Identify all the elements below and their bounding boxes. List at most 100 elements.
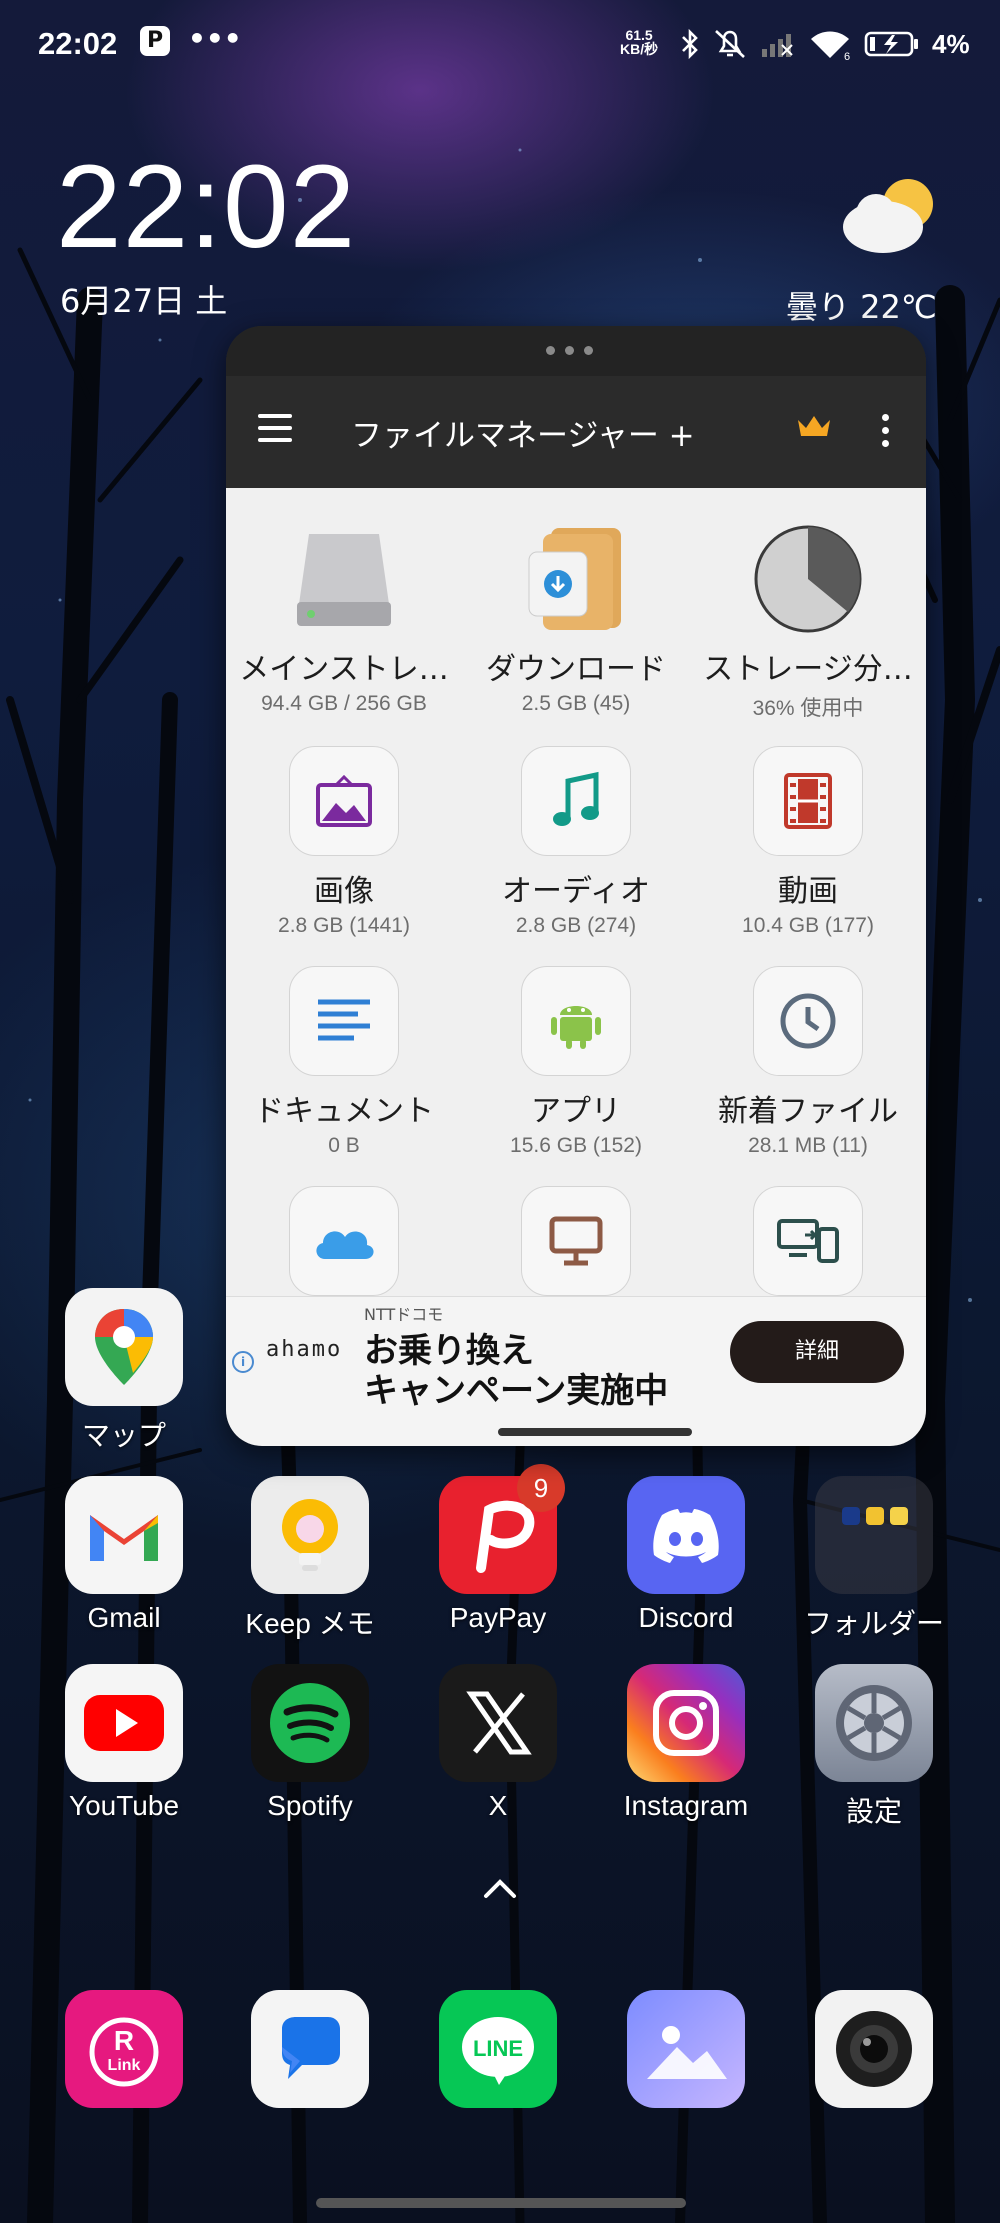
camera-icon (815, 1990, 933, 2108)
app-instagram[interactable]: Instagram (606, 1664, 766, 1822)
tile-audio[interactable]: オーディオ 2.8 GB (274) (468, 746, 684, 938)
messages-icon (251, 1990, 369, 2108)
tile-label: ドキュメント (254, 1094, 434, 1129)
app-label: Spotify (267, 1790, 353, 1821)
tile-sub: 2.5 GB (45) (521, 692, 631, 715)
dock-gallery[interactable] (606, 1990, 766, 2108)
tile-label: アプリ (531, 1094, 621, 1129)
folder-icon (815, 1476, 933, 1594)
x-icon (439, 1664, 557, 1782)
status-bar: 22:02 P ••• 61.5 KB/秒 6 4% (0, 0, 1000, 90)
tile-videos[interactable]: 動画 10.4 GB (177) (700, 746, 916, 938)
hard-drive-icon (289, 524, 399, 634)
bluetooth-icon (682, 28, 698, 60)
tile-sub: 2.8 GB (1441) (278, 914, 410, 937)
ad-details-button[interactable]: 詳細 (730, 1321, 904, 1383)
categories-grid: メインストレ… 94.4 GB / 256 GB ダウンロード 2.5 GB (… (226, 488, 926, 1296)
app-spotify[interactable]: Spotify (230, 1664, 390, 1822)
cloud-icon (289, 1186, 399, 1296)
more-notifications-icon: ••• (188, 22, 242, 55)
tile-images[interactable]: 画像 2.8 GB (1441) (236, 746, 452, 938)
settings-icon (815, 1664, 933, 1782)
tile-remote[interactable] (468, 1186, 684, 1296)
app-paypay[interactable]: 9 PayPay (418, 1464, 578, 1634)
line-text: LINE (473, 2036, 523, 2061)
app-settings[interactable]: 設定 (794, 1664, 954, 1830)
network-speed: 61.5 KB/秒 (620, 28, 658, 56)
app-label: マップ (81, 1420, 166, 1451)
app-label: フォルダー (803, 1608, 944, 1639)
hamburger-menu-icon[interactable] (258, 414, 292, 444)
tile-label: オーディオ (502, 874, 650, 909)
dock-camera[interactable] (794, 1990, 954, 2108)
gallery-icon (627, 1990, 745, 2108)
tile-cloud[interactable] (236, 1186, 452, 1296)
tile-documents[interactable]: ドキュメント 0 B (236, 966, 452, 1158)
rakuten-link-text: Link (108, 2057, 141, 2074)
chevron-up-icon[interactable] (480, 1872, 520, 1902)
ad-brand-logo: ahamo (266, 1337, 343, 1362)
app-bar: ファイルマネージャー + (226, 376, 926, 488)
download-folder-icon (521, 524, 631, 634)
weather-text: 曇り 22℃ (786, 288, 937, 326)
ad-banner[interactable]: i NTTドコモ ahamo お乗り換え キャンペーン実施中 詳細 (226, 1296, 926, 1446)
app-discord[interactable]: Discord (606, 1476, 766, 1634)
tile-recent-files[interactable]: 新着ファイル 28.1 MB (11) (700, 966, 916, 1158)
crown-premium-icon[interactable] (796, 412, 832, 440)
clock-widget-date: 6月27日 土 (60, 282, 228, 320)
notification-badge: 9 (517, 1464, 565, 1512)
no-signal-icon (762, 34, 793, 57)
svg-text:R: R (114, 2025, 134, 2056)
monitor-icon (521, 1186, 631, 1296)
instagram-icon (627, 1664, 745, 1782)
dock-rakuten-link[interactable]: R Link (44, 1990, 204, 2108)
tile-sub: 10.4 GB (177) (742, 914, 874, 937)
tile-storage-analysis[interactable]: ストレージ分… 36% 使用中 (700, 524, 916, 722)
window-drag-handle[interactable] (226, 326, 926, 376)
battery-icon (864, 31, 918, 57)
gesture-navigation-bar[interactable] (316, 2198, 686, 2208)
app-label: Gmail (87, 1602, 161, 1633)
app-label: X (488, 1790, 508, 1821)
status-icons: 6 4% (680, 24, 970, 64)
window-resize-handle[interactable] (498, 1428, 692, 1436)
app-title: ファイルマネージャー + (351, 418, 695, 454)
tile-apps[interactable]: アプリ 15.6 GB (152) (468, 966, 684, 1158)
tile-label: 新着ファイル (718, 1094, 898, 1129)
ad-sponsor: NTTドコモ (364, 1305, 444, 1324)
ad-info-icon[interactable]: i (232, 1351, 254, 1373)
app-youtube[interactable]: YouTube (44, 1664, 204, 1822)
tile-transfer[interactable] (700, 1186, 916, 1296)
rakuten-link-icon: R Link (65, 1990, 183, 2108)
tile-sub: 2.8 GB (274) (515, 914, 637, 937)
spotify-icon (251, 1664, 369, 1782)
tile-downloads[interactable]: ダウンロード 2.5 GB (45) (468, 524, 684, 716)
app-maps[interactable]: マップ (44, 1288, 204, 1454)
devices-icon (753, 1186, 863, 1296)
image-icon (289, 746, 399, 856)
more-options-icon[interactable] (882, 414, 890, 453)
film-icon (753, 746, 863, 856)
window-options-icon[interactable] (546, 346, 593, 355)
app-label: 設定 (845, 1796, 902, 1827)
cloudy-sun-icon[interactable] (838, 172, 938, 262)
document-icon (289, 966, 399, 1076)
clock-icon (753, 966, 863, 1076)
tile-main-storage[interactable]: メインストレ… 94.4 GB / 256 GB (236, 524, 452, 716)
dock-messages[interactable] (230, 1990, 390, 2108)
app-folder[interactable]: フォルダー (794, 1476, 954, 1642)
tile-sub: 15.6 GB (152) (510, 1134, 642, 1157)
app-x[interactable]: X (418, 1664, 578, 1822)
status-time: 22:02 (38, 26, 118, 61)
tile-label: 画像 (314, 874, 374, 909)
network-speed-value: 61.5 (625, 27, 653, 43)
mute-icon (715, 30, 745, 58)
battery-percent: 4% (932, 28, 970, 59)
app-keep[interactable]: Keep メモ (230, 1476, 390, 1642)
app-gmail[interactable]: Gmail (44, 1476, 204, 1634)
clock-widget-time[interactable]: 22:02 (56, 148, 356, 266)
youtube-icon (65, 1664, 183, 1782)
file-manager-floating-window[interactable]: ファイルマネージャー + メインストレ… 94.4 GB / 256 GB ダウ… (226, 326, 926, 1446)
tile-label: メインストレ… (239, 652, 449, 687)
dock-line[interactable]: LINE (418, 1990, 578, 2108)
